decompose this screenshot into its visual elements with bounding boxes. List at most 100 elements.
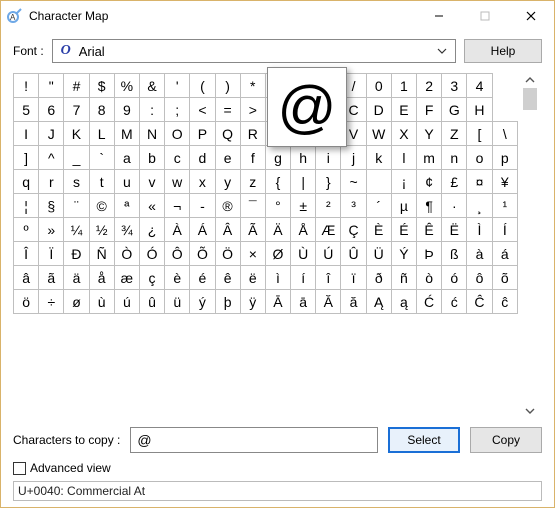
character-cell[interactable]: - [190, 194, 215, 218]
character-cell[interactable]: Ĉ [467, 290, 492, 314]
character-cell[interactable]: ; [165, 98, 190, 122]
character-cell[interactable]: 8 [89, 98, 114, 122]
character-cell[interactable]: ô [467, 266, 492, 290]
character-cell[interactable]: ù [89, 290, 114, 314]
character-cell[interactable]: X [391, 122, 416, 146]
character-cell[interactable]: b [139, 146, 164, 170]
characters-to-copy-input[interactable] [130, 427, 378, 453]
character-cell[interactable]: Ì [467, 218, 492, 242]
character-cell[interactable]: ¬ [165, 194, 190, 218]
character-cell[interactable]: ä [64, 266, 89, 290]
character-cell[interactable]: " [39, 74, 64, 98]
character-cell[interactable]: ' [165, 74, 190, 98]
character-cell[interactable]: ½ [89, 218, 114, 242]
character-cell[interactable]: ă [341, 290, 366, 314]
character-cell[interactable]: e [215, 146, 240, 170]
character-cell[interactable]: ¢ [417, 170, 442, 194]
character-cell[interactable]: 2 [417, 74, 442, 98]
character-cell[interactable]: r [39, 170, 64, 194]
character-cell[interactable]: ~ [341, 170, 366, 194]
character-cell[interactable]: è [165, 266, 190, 290]
character-cell[interactable]: ë [240, 266, 265, 290]
character-cell[interactable]: ý [190, 290, 215, 314]
character-cell[interactable]: ą [391, 290, 416, 314]
character-cell[interactable]: N [139, 122, 164, 146]
character-cell[interactable]: R [240, 122, 265, 146]
character-cell[interactable]: H [467, 98, 492, 122]
character-cell[interactable]: » [39, 218, 64, 242]
select-button[interactable]: Select [388, 427, 460, 453]
character-cell[interactable]: i [316, 146, 341, 170]
character-cell[interactable]: ø [64, 290, 89, 314]
character-cell[interactable]: ö [14, 290, 39, 314]
character-cell[interactable] [366, 170, 391, 194]
character-cell[interactable]: ì [265, 266, 290, 290]
character-cell[interactable]: ç [139, 266, 164, 290]
character-cell[interactable]: Ë [442, 218, 467, 242]
character-cell[interactable]: ] [14, 146, 39, 170]
character-cell[interactable]: q [14, 170, 39, 194]
character-cell[interactable]: | [291, 170, 316, 194]
character-cell[interactable]: 6 [39, 98, 64, 122]
character-cell[interactable]: ¸ [467, 194, 492, 218]
scroll-thumb[interactable] [523, 88, 537, 110]
font-combobox[interactable]: O Arial [52, 39, 456, 63]
character-cell[interactable]: 1 [391, 74, 416, 98]
character-cell[interactable]: ^ [39, 146, 64, 170]
character-cell[interactable]: © [89, 194, 114, 218]
character-cell[interactable]: ª [114, 194, 139, 218]
character-cell[interactable]: â [14, 266, 39, 290]
character-cell[interactable]: Ú [316, 242, 341, 266]
character-cell[interactable]: ) [215, 74, 240, 98]
character-cell[interactable]: Ā [265, 290, 290, 314]
character-grid[interactable]: !"#$%&'()*./0123456789:;<=>BCDEFGHIJKLMN… [13, 73, 518, 314]
character-cell[interactable]: f [240, 146, 265, 170]
character-cell[interactable]: t [89, 170, 114, 194]
character-cell[interactable]: Ø [265, 242, 290, 266]
character-cell[interactable]: \ [492, 122, 517, 146]
character-cell[interactable]: ĉ [492, 290, 517, 314]
character-cell[interactable]: w [165, 170, 190, 194]
character-cell[interactable]: ß [442, 242, 467, 266]
character-cell[interactable]: s [64, 170, 89, 194]
character-cell[interactable]: È [366, 218, 391, 242]
character-cell[interactable]: û [139, 290, 164, 314]
character-cell[interactable]: Ï [39, 242, 64, 266]
character-cell[interactable]: O [165, 122, 190, 146]
character-cell[interactable]: % [114, 74, 139, 98]
maximize-button[interactable] [462, 1, 508, 31]
character-cell[interactable]: > [240, 98, 265, 122]
character-cell[interactable]: G [442, 98, 467, 122]
character-cell[interactable]: ¥ [492, 170, 517, 194]
character-cell[interactable]: Ã [240, 218, 265, 242]
character-cell[interactable]: ¿ [139, 218, 164, 242]
character-cell[interactable]: å [89, 266, 114, 290]
character-cell[interactable]: m [417, 146, 442, 170]
character-cell[interactable]: $ [89, 74, 114, 98]
character-cell[interactable]: ã [39, 266, 64, 290]
character-cell[interactable]: ê [215, 266, 240, 290]
character-cell[interactable]: ¹ [492, 194, 517, 218]
character-cell[interactable]: ¯ [240, 194, 265, 218]
character-cell[interactable]: À [165, 218, 190, 242]
character-cell[interactable]: I [14, 122, 39, 146]
character-cell[interactable]: x [190, 170, 215, 194]
character-cell[interactable]: Î [14, 242, 39, 266]
character-cell[interactable]: n [442, 146, 467, 170]
character-cell[interactable]: y [215, 170, 240, 194]
scroll-up-icon[interactable] [525, 75, 535, 86]
character-cell[interactable]: { [265, 170, 290, 194]
character-cell[interactable]: 7 [64, 98, 89, 122]
character-cell[interactable]: ć [442, 290, 467, 314]
character-cell[interactable]: Ä [265, 218, 290, 242]
character-cell[interactable]: L [89, 122, 114, 146]
character-cell[interactable]: õ [492, 266, 517, 290]
advanced-view-checkbox[interactable] [13, 462, 26, 475]
character-cell[interactable]: Õ [190, 242, 215, 266]
character-cell[interactable]: î [316, 266, 341, 290]
minimize-button[interactable] [416, 1, 462, 31]
character-cell[interactable]: É [391, 218, 416, 242]
character-cell[interactable]: k [366, 146, 391, 170]
character-cell[interactable]: « [139, 194, 164, 218]
character-cell[interactable]: Q [215, 122, 240, 146]
